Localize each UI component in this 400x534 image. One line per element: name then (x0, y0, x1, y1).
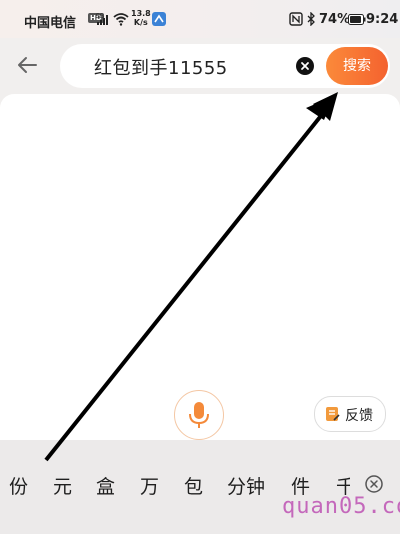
results-area (0, 94, 400, 440)
nfc-icon (289, 12, 303, 26)
status-bar: 中国电信 HD 5G 13.8 K/s 74% 9:24 (0, 0, 400, 38)
candidate-bar: 份 元 盒 万 包 分钟 件 千 (0, 440, 400, 534)
app-notification-icon (152, 12, 166, 26)
candidate-word[interactable]: 分钟 (227, 472, 265, 499)
candidate-word[interactable]: 盒 (96, 472, 115, 499)
close-icon (301, 62, 309, 70)
watermark: quan05.com (282, 494, 400, 519)
battery-percent: 74% (319, 12, 351, 27)
speed-value: 13.8 (131, 9, 151, 18)
microphone-icon (189, 402, 209, 428)
carrier-name: 中国电信 (24, 16, 77, 31)
voice-input-button[interactable] (174, 390, 224, 440)
speed-unit: K/s (133, 18, 148, 27)
feedback-icon (326, 407, 340, 421)
feedback-label: 反馈 (345, 408, 373, 424)
bluetooth-icon (307, 12, 315, 26)
close-candidates-icon[interactable] (364, 474, 384, 494)
candidate-word[interactable]: 份 (9, 472, 28, 499)
battery-icon (348, 14, 366, 25)
network-speed: 13.8 K/s (131, 9, 151, 27)
feedback-button[interactable]: 反馈 (314, 396, 386, 432)
search-button[interactable]: 搜索 (326, 47, 388, 85)
search-input[interactable]: 红包到手11555 (94, 54, 228, 80)
back-arrow-icon[interactable] (12, 50, 42, 80)
clear-button[interactable] (296, 57, 314, 75)
candidate-word[interactable]: 元 (53, 472, 72, 499)
candidate-word[interactable]: 万 (140, 472, 159, 499)
search-box[interactable]: 红包到手11555 搜索 (60, 44, 390, 88)
screen: 中国电信 HD 5G 13.8 K/s 74% 9:24 红包到手11555 搜… (0, 0, 400, 534)
clock: 9:24 (366, 12, 399, 27)
candidate-word[interactable]: 包 (184, 472, 203, 499)
search-header: 红包到手11555 搜索 (0, 38, 400, 94)
wifi-icon (113, 13, 129, 26)
